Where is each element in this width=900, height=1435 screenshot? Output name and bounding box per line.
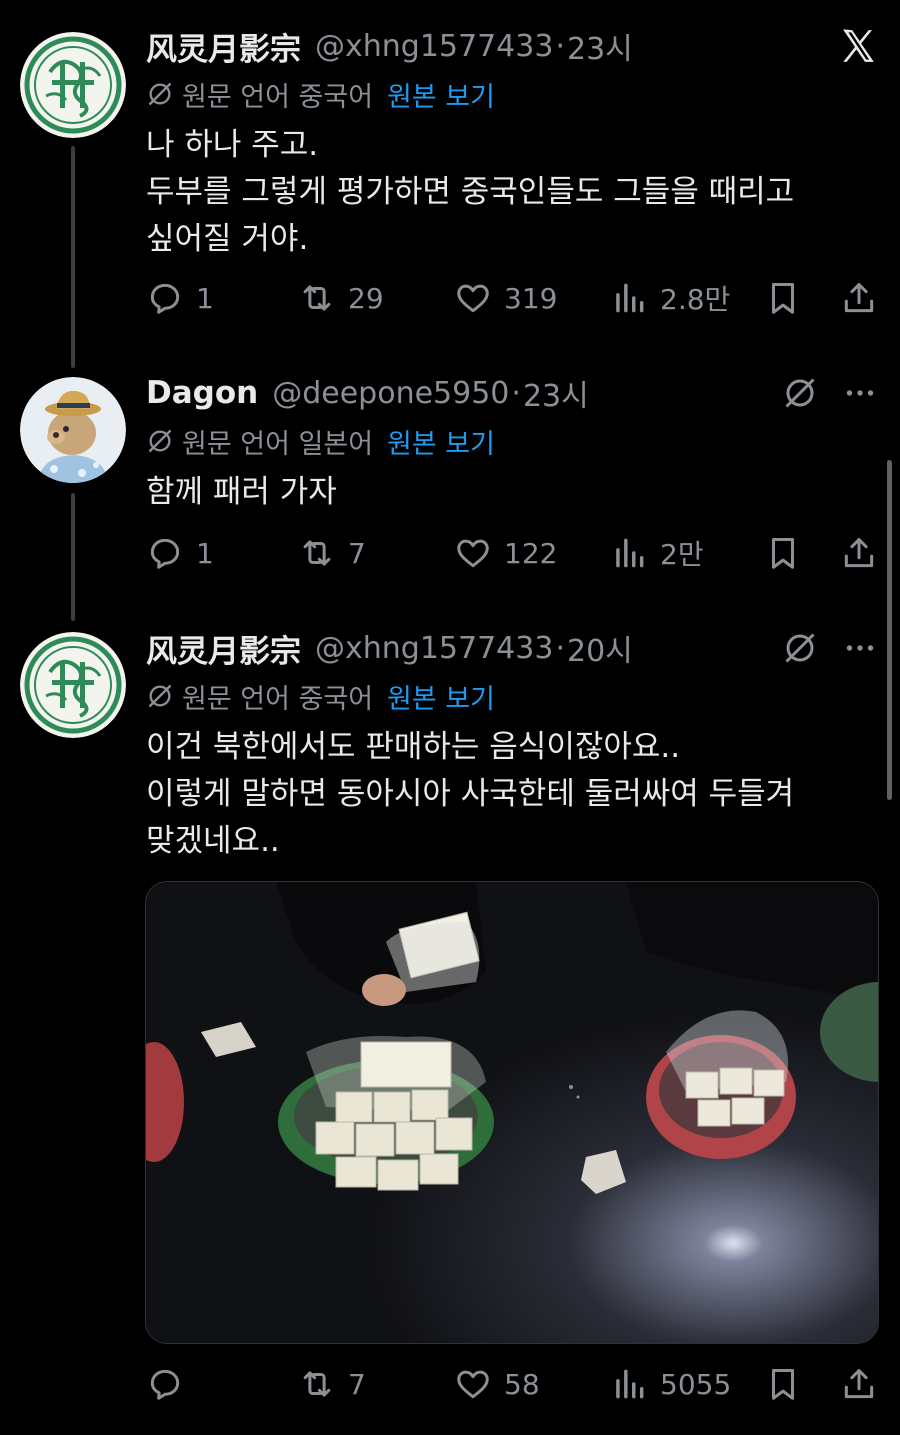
views-button[interactable]: 2.8만: [610, 276, 730, 320]
more-dots-icon[interactable]: [840, 628, 880, 668]
like-button[interactable]: 319: [454, 276, 557, 320]
bookmark-icon: [771, 538, 795, 569]
timestamp[interactable]: 23시: [567, 24, 633, 68]
bookmark-icon: [771, 1369, 795, 1400]
bookmark-icon: [771, 283, 795, 314]
reply-count: 1: [196, 536, 214, 570]
like-count: 319: [504, 281, 558, 315]
translation-notice: 원문 언어 일본어 원본 보기: [146, 422, 495, 461]
bookmark-button[interactable]: [764, 1362, 802, 1406]
like-count: 122: [504, 536, 558, 570]
views-button[interactable]: 2만: [610, 531, 704, 575]
like-button[interactable]: 58: [454, 1362, 540, 1406]
tweet-text: 이건 북한에서도 판매하는 음식이잖아요.. 이렇게 말하면 동아시아 사국한테…: [146, 729, 795, 859]
tweet-header: Dagon @deepone5950 · 23시: [146, 371, 589, 415]
avatar[interactable]: [20, 632, 126, 738]
avatar[interactable]: [20, 377, 126, 483]
tweet-text: 나 하나 주고. 두부를 그렇게 평가하면 중국인들도 그들을 때리고 싶어질 …: [146, 127, 795, 257]
reply-icon: [150, 538, 180, 569]
action-bar: 1 7 122 2만: [146, 531, 880, 575]
tweet-photo[interactable]: [145, 881, 879, 1344]
translation-notice: 원문 언어 중국어 원본 보기: [146, 75, 495, 114]
views-icon: [616, 538, 644, 568]
translate-off-icon: [148, 684, 172, 708]
thread-line: [71, 493, 75, 621]
share-button[interactable]: [840, 276, 878, 320]
thread-line: [71, 146, 75, 368]
share-button[interactable]: [840, 1362, 878, 1406]
repost-icon: [303, 285, 331, 311]
reply-button[interactable]: 1: [146, 276, 214, 320]
heart-icon: [457, 284, 489, 313]
views-button[interactable]: 5055: [610, 1362, 731, 1406]
display-name[interactable]: 风灵月影宗: [146, 24, 301, 69]
reply-icon: [150, 1369, 180, 1400]
views-count: 5055: [660, 1367, 732, 1401]
share-icon: [844, 283, 874, 313]
heart-icon: [457, 539, 489, 568]
reply-button[interactable]: [146, 1362, 196, 1406]
user-handle[interactable]: @xhng1577433: [315, 631, 553, 666]
translate-off-icon: [148, 429, 172, 453]
display-name[interactable]: Dagon: [146, 375, 258, 411]
avatar[interactable]: [20, 32, 126, 138]
repost-button[interactable]: 7: [298, 1362, 366, 1406]
reply-count: 1: [196, 281, 214, 315]
display-name[interactable]: 风灵月影宗: [146, 626, 301, 671]
action-bar: 1 29 319 2.8만: [146, 276, 880, 320]
repost-button[interactable]: 29: [298, 276, 384, 320]
separator-dot: ·: [555, 28, 565, 64]
heart-icon: [457, 1370, 489, 1399]
action-bar: 7 58 5055: [146, 1362, 880, 1406]
repost-count: 7: [348, 536, 366, 570]
scrollbar[interactable]: [887, 460, 892, 800]
views-count: 2만: [660, 538, 704, 571]
separator-dot: ·: [555, 630, 565, 666]
bookmark-button[interactable]: [764, 531, 802, 575]
share-button[interactable]: [840, 531, 878, 575]
more-dots-icon[interactable]: [840, 373, 880, 413]
translate-off-icon: [148, 82, 172, 106]
repost-button[interactable]: 7: [298, 531, 366, 575]
show-original-link[interactable]: 원본 보기: [387, 677, 495, 716]
repost-icon: [303, 540, 331, 566]
reply-button[interactable]: 1: [146, 531, 214, 575]
grok-off-icon[interactable]: [780, 373, 820, 413]
bookmark-button[interactable]: [764, 276, 802, 320]
user-handle[interactable]: @xhng1577433: [315, 29, 553, 64]
repost-count: 7: [348, 1367, 366, 1401]
tweet-header: 风灵月影宗 @xhng1577433 · 23시: [146, 24, 633, 68]
separator-dot: ·: [511, 375, 521, 411]
timestamp[interactable]: 23시: [523, 371, 589, 415]
show-original-link[interactable]: 원본 보기: [387, 422, 495, 461]
tweet-2[interactable]: Dagon @deepone5950 · 23시 원문 언어 일본어 원본 보기…: [0, 371, 900, 623]
translation-label: 원문 언어 중국어: [182, 683, 374, 715]
like-count: 58: [504, 1367, 540, 1401]
tweet-1[interactable]: 风灵月影宗 @xhng1577433 · 23시 원문 언어 중국어 원본 보기…: [0, 24, 900, 368]
tweet-header: 风灵月影宗 @xhng1577433 · 20시: [146, 626, 633, 670]
views-count: 2.8만: [660, 283, 731, 316]
user-handle[interactable]: @deepone5950: [272, 376, 509, 411]
views-icon: [616, 1369, 644, 1399]
show-original-link[interactable]: 원본 보기: [387, 75, 495, 114]
close-icon[interactable]: [838, 26, 878, 66]
translation-notice: 원문 언어 중국어 원본 보기: [146, 677, 495, 716]
share-icon: [844, 538, 874, 568]
repost-icon: [303, 1371, 331, 1397]
translation-label: 원문 언어 중국어: [182, 81, 374, 113]
views-icon: [616, 283, 644, 313]
grok-off-icon[interactable]: [780, 628, 820, 668]
share-icon: [844, 1369, 874, 1399]
tweet-text: 함께 패러 가자: [146, 474, 337, 510]
like-button[interactable]: 122: [454, 531, 557, 575]
timestamp[interactable]: 20시: [567, 626, 633, 670]
translation-label: 원문 언어 일본어: [182, 428, 374, 460]
repost-count: 29: [348, 281, 384, 315]
reply-icon: [150, 283, 180, 314]
